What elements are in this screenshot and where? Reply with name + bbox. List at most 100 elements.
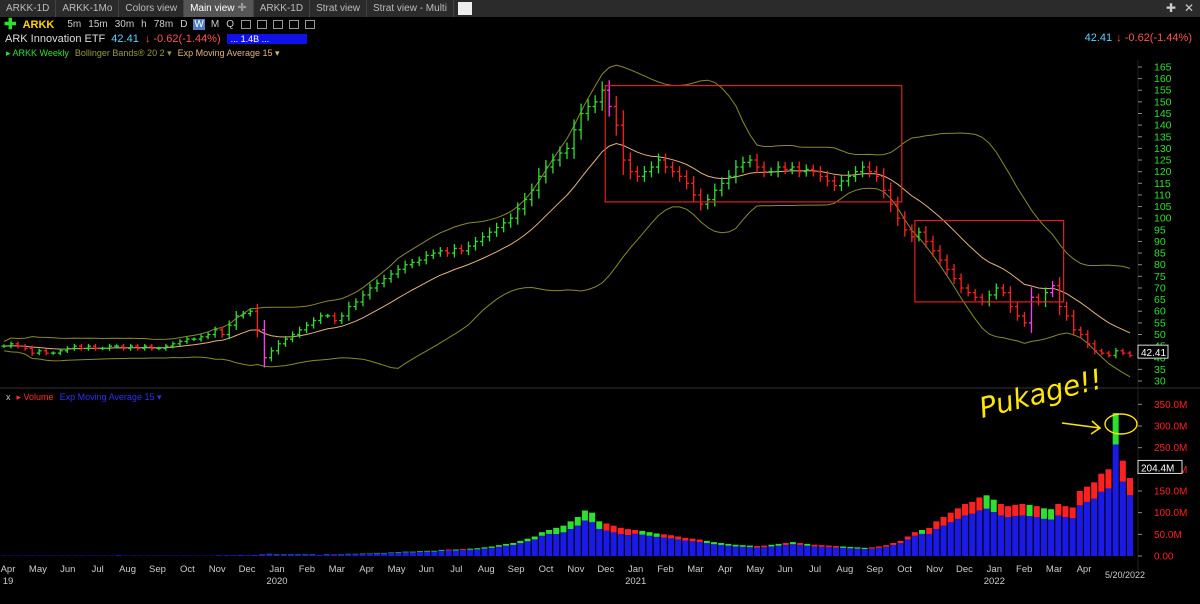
volume-bar	[259, 554, 266, 556]
ohlc-bar	[36, 348, 42, 356]
volume-bar	[754, 547, 761, 556]
volume-bar	[295, 554, 302, 556]
y-tick-label: 155	[1154, 85, 1172, 97]
volume-bar	[675, 539, 682, 556]
volume-bar	[115, 555, 122, 556]
volume-bar-tip	[983, 495, 990, 509]
volume-bar-tip	[546, 530, 553, 534]
ohlc-bar	[339, 312, 345, 324]
ohlc-bar	[1099, 348, 1105, 356]
x-tick-label: Jun	[60, 564, 75, 575]
volume-bar	[596, 528, 603, 556]
ohlc-bar	[402, 260, 408, 274]
ohlc-bar	[838, 175, 844, 192]
volume-bar-tip	[646, 532, 653, 536]
x-tick-label: Dec	[239, 564, 256, 575]
volume-bar	[883, 546, 890, 556]
volume-bar	[302, 554, 309, 556]
ohlc-bar	[1043, 287, 1049, 308]
volume-bar	[524, 541, 531, 556]
ohlc-bar	[775, 161, 781, 178]
volume-bar-tip	[689, 538, 696, 542]
ohlc-bar	[332, 312, 338, 324]
volume-bar-tip	[581, 510, 588, 521]
ohlc-bar	[1071, 309, 1077, 336]
volume-bar-tip	[610, 525, 617, 533]
x-tick-label: Nov	[567, 564, 584, 575]
volume-bar	[954, 518, 961, 556]
volume-bar	[811, 546, 818, 556]
y-tick-label: 60	[1154, 306, 1166, 318]
ohlc-bar	[846, 170, 851, 187]
volume-bar	[632, 533, 639, 556]
volume-bar	[617, 534, 624, 556]
volume-bar	[854, 548, 861, 556]
y-tick-label: 165	[1154, 61, 1172, 73]
volume-bar	[969, 513, 976, 556]
volume-bar	[1112, 444, 1119, 556]
volume-bar-tip	[1019, 504, 1026, 516]
ohlc-bar	[71, 343, 77, 351]
ohlc-bar	[85, 343, 91, 351]
volume-bar-tip	[1119, 460, 1126, 482]
ohlc-bar	[670, 161, 676, 178]
volume-bar	[1005, 517, 1012, 556]
ohlc-bar	[177, 339, 183, 347]
x-tick-label: Mar	[1046, 564, 1062, 575]
ohlc-bar	[367, 283, 373, 300]
volume-bar-tip	[467, 548, 474, 550]
volume-bar	[280, 554, 287, 556]
volume-bar-tip	[388, 552, 395, 554]
ohlc-bar	[107, 343, 113, 351]
volume-bar-tip	[553, 527, 560, 535]
volume-bar-tip	[1098, 473, 1105, 492]
volume-bar-tip	[725, 543, 732, 546]
y-tick-label: 65	[1154, 294, 1166, 306]
volume-bar-tip	[524, 538, 531, 542]
volume-bar	[481, 548, 488, 556]
ohlc-bar	[789, 162, 795, 175]
volume-bar-tip	[639, 530, 646, 535]
ohlc-bar	[768, 167, 774, 176]
x-tick-label: Sep	[866, 564, 883, 575]
volume-bar	[581, 520, 588, 556]
volume-bar	[237, 554, 244, 556]
volume-bar-tip	[1033, 506, 1040, 518]
volume-bar-tip	[395, 552, 402, 553]
volume-bar-tip	[847, 546, 854, 549]
volume-bar	[488, 547, 495, 556]
volume-bar	[1105, 488, 1112, 556]
volume-bar-tip	[560, 525, 567, 533]
ohlc-bar	[304, 321, 310, 334]
volume-bar	[352, 554, 359, 556]
volume-bar-tip	[424, 550, 431, 552]
volume-bar	[445, 550, 452, 556]
chart-canvas[interactable]: 3035404550556065707580859095100105110115…	[0, 0, 1200, 604]
volume-bar-tip	[1040, 508, 1047, 519]
ohlc-bar	[979, 293, 985, 306]
ohlc-bar	[473, 236, 479, 251]
volume-bar-tip	[460, 549, 467, 551]
volume-bar	[460, 550, 467, 556]
volume-bar-tip	[754, 546, 761, 548]
volume-bar	[1033, 517, 1040, 556]
ohlc-bar	[1127, 350, 1133, 358]
x-tick-label: Aug	[478, 564, 495, 575]
ohlc-bar	[564, 142, 570, 159]
volume-bar	[897, 543, 904, 556]
ohlc-bar	[508, 213, 514, 228]
x-tick-label: May	[29, 564, 47, 575]
volume-bar	[610, 532, 617, 556]
ohlc-bar	[1007, 286, 1013, 313]
volume-bar	[388, 553, 395, 556]
volume-bar	[962, 515, 969, 556]
x-tick-label: Feb	[1016, 564, 1032, 575]
volume-bar	[1055, 515, 1062, 556]
volume-bar	[890, 544, 897, 556]
volume-bar	[216, 555, 223, 556]
ohlc-bar	[853, 166, 859, 182]
volume-bar-tip	[897, 540, 904, 544]
volume-bar	[567, 528, 574, 556]
volume-bar	[904, 539, 911, 556]
volume-bar-tip	[711, 542, 718, 545]
